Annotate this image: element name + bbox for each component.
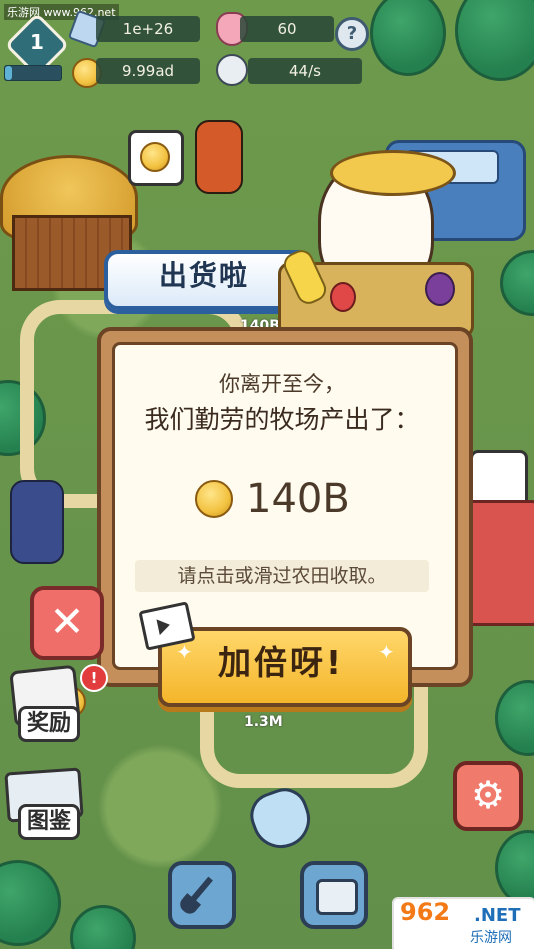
income-rate: 44/s	[248, 58, 362, 84]
tree	[70, 905, 136, 949]
reward-amount: 140B	[246, 476, 350, 522]
settings-button[interactable]: ⚙	[453, 761, 523, 831]
farmer-character[interactable]	[195, 120, 243, 194]
chest-icon	[316, 879, 358, 915]
tree	[0, 860, 61, 946]
xp-progress-fill	[5, 66, 12, 80]
pointing-hand-icon	[243, 781, 319, 857]
rewards-button-label[interactable]: 奖励	[18, 706, 81, 742]
resource-counter: 1e+26	[96, 16, 200, 42]
site-logo-cn: 乐游网	[470, 930, 512, 946]
help-button[interactable]: ?	[335, 17, 369, 51]
dialog-message-line2: 我们勤劳的牧场产出了：	[144, 405, 420, 434]
coin-counter: 9.99ad	[96, 58, 200, 84]
dialog-message-line1: 你离开至今，	[219, 372, 345, 396]
eggplant-icon	[425, 272, 455, 306]
double-reward-label: 加倍呀!	[217, 643, 345, 682]
plot-value-label: 1.3M	[244, 714, 283, 730]
coin-icon	[195, 480, 233, 518]
xp-progress-bar	[4, 65, 62, 81]
tree	[500, 250, 534, 316]
sparkle-icon: ✦	[378, 640, 395, 664]
game-scene[interactable]: 乐游网 www.962.net 1 1e+26 60 ? 9.99ad 44/s…	[0, 0, 534, 949]
shovel-button[interactable]	[168, 861, 236, 929]
notification-badge: !	[80, 664, 108, 692]
gem-counter: 60	[240, 16, 334, 42]
gear-icon: ⚙	[470, 773, 506, 817]
collect-hint: 请点击或滑过农田收取。	[135, 560, 429, 592]
coin-icon	[140, 142, 170, 172]
stopwatch-icon	[216, 54, 248, 86]
level-number: 1	[30, 30, 44, 54]
tree	[370, 0, 446, 76]
farmer-character[interactable]	[10, 480, 64, 564]
tree	[455, 0, 534, 81]
sparkle-icon: ✦	[176, 640, 193, 664]
site-logo-number: 962	[400, 898, 451, 926]
storage-button[interactable]	[300, 861, 368, 929]
tree	[495, 680, 534, 756]
strawberry-icon	[330, 282, 356, 312]
tree	[495, 830, 534, 906]
straw-hat	[330, 150, 456, 196]
banner-title: 出货啦	[158, 259, 249, 292]
close-button[interactable]: ✕	[30, 586, 104, 660]
site-logo-net: .NET	[474, 905, 521, 926]
collection-button-label[interactable]: 图鉴	[18, 804, 81, 840]
